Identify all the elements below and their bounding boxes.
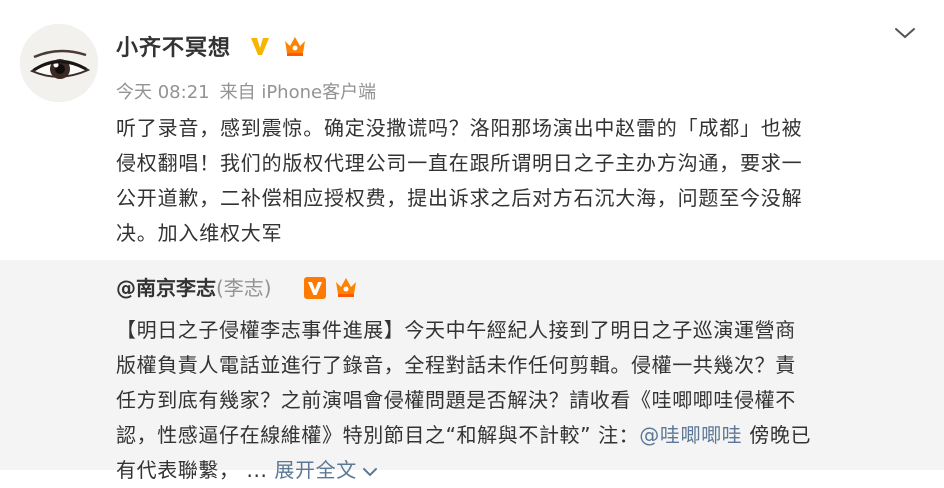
post-username[interactable]: 小齐不冥想 [116, 30, 231, 62]
post-content-line: 侵权翻唱！我们的版权代理公司一直在跟所谓明日之子主办方沟通，要求一 [116, 151, 803, 175]
post-source: 来自 iPhone客户端 [219, 82, 377, 103]
eye-avatar-image [20, 24, 98, 102]
post-time[interactable]: 今天 08:21 [116, 82, 210, 103]
repost-author[interactable]: @南京李志 [116, 276, 216, 300]
repost-content-line: 【明日之子侵權李志事件進展】今天中午經紀人接到了明日之子巡演運營商 [116, 318, 796, 342]
member-crown-icon[interactable] [282, 33, 308, 59]
weibo-post: 小齐不冥想 今天 08:21 来自 iPhone客户端 听了录音，感到震惊。确定没… [0, 0, 944, 482]
post-content-line: 听了录音，感到震惊。确定没撒谎吗？洛阳那场演出中赵雷的「成都」也被 [116, 116, 803, 140]
verified-v-icon [304, 277, 326, 299]
member-crown-icon[interactable] [333, 274, 359, 300]
repost-line-text: 認，性感逼仔在線維權》特別節目之“和解與不計較” 注： [116, 423, 640, 447]
avatar[interactable] [20, 24, 98, 102]
repost-content-line: 有代表聯繫， ... 展开全文 [116, 453, 921, 488]
mention-link[interactable]: @哇唧唧哇 [639, 423, 742, 447]
post-meta: 今天 08:21 来自 iPhone客户端 [116, 78, 376, 104]
post-content: 听了录音，感到震惊。确定没撒谎吗？洛阳那场演出中赵雷的「成都」也被 侵权翻唱！我… [116, 111, 916, 251]
repost-content-line: 認，性感逼仔在線維權》特別節目之“和解與不計較” 注：@哇唧唧哇 傍晚已 [116, 418, 921, 453]
repost-line-text: 傍晚已 [742, 423, 812, 447]
post-content-line: 决。加入维权大军 [116, 221, 283, 245]
repost-alias: (李志) [216, 276, 272, 300]
repost-header: @南京李志(李志) [116, 272, 272, 301]
chevron-down-icon [362, 467, 377, 476]
expand-label: 展开全文 [274, 458, 357, 482]
repost-content-line: 任方到底有幾家？之前演唱會侵權問題是否解決？請收看《哇唧唧哇侵權不 [116, 388, 796, 412]
expand-full-text-link[interactable]: 展开全文 [274, 458, 378, 482]
post-content-line: 公开道歉，二补偿相应授权费，提出诉求之后对方石沉大海，问题至今没解 [116, 186, 803, 210]
chevron-down-icon[interactable] [893, 24, 917, 42]
repost-line-text: 有代表聯繫， ... [116, 458, 275, 482]
repost-content: 【明日之子侵權李志事件進展】今天中午經紀人接到了明日之子巡演運營商 版權負責人電… [116, 313, 921, 488]
repost-content-line: 版權負責人電話並進行了錄音，全程對話未作任何剪輯。侵權一共幾次？責 [116, 353, 796, 377]
verified-v-icon [251, 38, 269, 55]
